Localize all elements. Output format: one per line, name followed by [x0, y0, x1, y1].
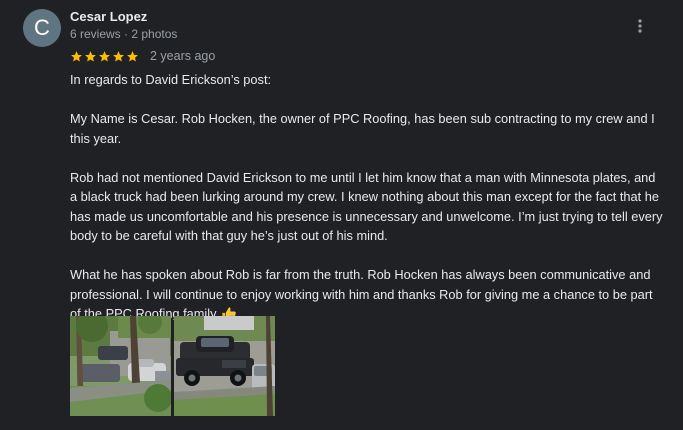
avatar[interactable]: C — [23, 9, 61, 47]
review-photo-1[interactable] — [70, 316, 171, 416]
review-date: 2 years ago — [150, 49, 216, 63]
review-photo-2[interactable] — [174, 316, 275, 416]
star-rating — [70, 50, 139, 63]
author-meta: 6 reviews · 2 photos — [70, 27, 178, 41]
review-paragraph: What he has spoken about Rob is far from… — [70, 267, 653, 321]
star-icon — [85, 50, 96, 62]
review-paragraph: My Name is Cesar. Rob Hocken, the owner … — [70, 111, 655, 146]
star-icon — [113, 50, 124, 62]
review-card: C Cesar Lopez 6 reviews · 2 photos 2 yea… — [0, 0, 683, 430]
truck-photo-image — [174, 316, 275, 416]
more-vert-icon — [638, 19, 642, 33]
review-paragraph: In regards to David Erickson’s post: — [70, 72, 272, 87]
review-paragraph: Rob had not mentioned David Erickson to … — [70, 169, 663, 244]
street-photo-image — [70, 316, 171, 416]
more-options-button[interactable] — [628, 14, 652, 38]
review-text: In regards to David Erickson’s post: My … — [70, 70, 666, 324]
star-icon — [99, 50, 110, 62]
rating-row: 2 years ago — [70, 47, 215, 65]
star-icon — [71, 50, 82, 62]
review-photos — [70, 316, 275, 416]
star-icon — [127, 50, 138, 62]
author-name[interactable]: Cesar Lopez — [70, 9, 147, 24]
